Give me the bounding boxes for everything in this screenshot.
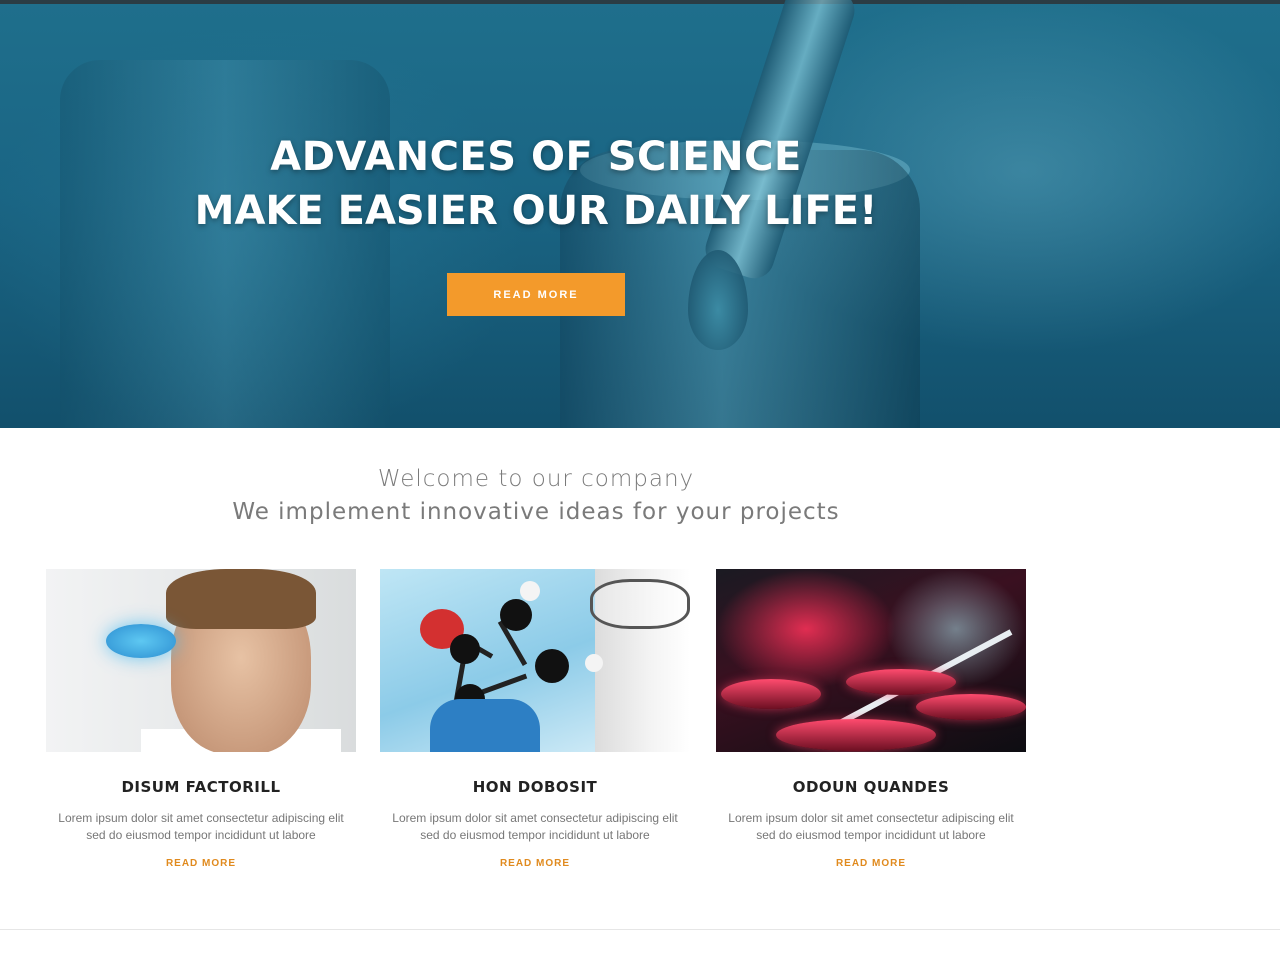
card-title: DISUM FACTORILL (121, 778, 281, 796)
top-bar (0, 0, 1280, 4)
image-atom (450, 634, 480, 664)
read-more-button[interactable]: READ MORE (447, 273, 625, 316)
card-text: Lorem ipsum dolor sit amet consectetur a… (728, 811, 1014, 842)
image-dish (916, 694, 1026, 720)
image-goggles (590, 579, 690, 629)
service-card: DISUM FACTORILL Lorem ipsum dolor sit am… (46, 569, 356, 869)
image-hair (166, 569, 316, 629)
card-read-more-link[interactable]: READ MORE (716, 858, 1026, 869)
scientist-image (46, 569, 356, 752)
image-atom (500, 599, 532, 631)
image-flask (106, 624, 176, 658)
image-atom-white (520, 581, 540, 601)
image-dish (776, 719, 936, 751)
hero-glass-left (60, 60, 390, 428)
hero-title: ADVANCES OF SCIENCE (270, 134, 802, 180)
petri-dish-image (716, 569, 1026, 752)
welcome-heading: Welcome to our company (377, 466, 695, 492)
welcome-subheading: We implement innovative ideas for your p… (232, 499, 840, 525)
card-text: Lorem ipsum dolor sit amet consectetur a… (58, 811, 344, 842)
card-title: ODOUN QUANDES (792, 778, 950, 796)
card-read-more-link[interactable]: READ MORE (46, 858, 356, 869)
image-dish (846, 669, 956, 695)
image-glove (430, 699, 540, 752)
section-divider (0, 929, 1280, 930)
hero-banner: ADVANCES OF SCIENCE MAKE EASIER OUR DAIL… (0, 0, 1280, 428)
image-dish (721, 679, 821, 709)
molecule-image (380, 569, 690, 752)
image-atom (535, 649, 569, 683)
service-card: HON DOBOSIT Lorem ipsum dolor sit amet c… (380, 569, 690, 869)
card-read-more-link[interactable]: READ MORE (380, 858, 690, 869)
card-title: HON DOBOSIT (472, 778, 598, 796)
hero-subtitle: MAKE EASIER OUR DAILY LIFE! (194, 188, 878, 234)
image-atom-white (585, 654, 603, 672)
service-card: ODOUN QUANDES Lorem ipsum dolor sit amet… (716, 569, 1026, 869)
card-text: Lorem ipsum dolor sit amet consectetur a… (392, 811, 678, 842)
